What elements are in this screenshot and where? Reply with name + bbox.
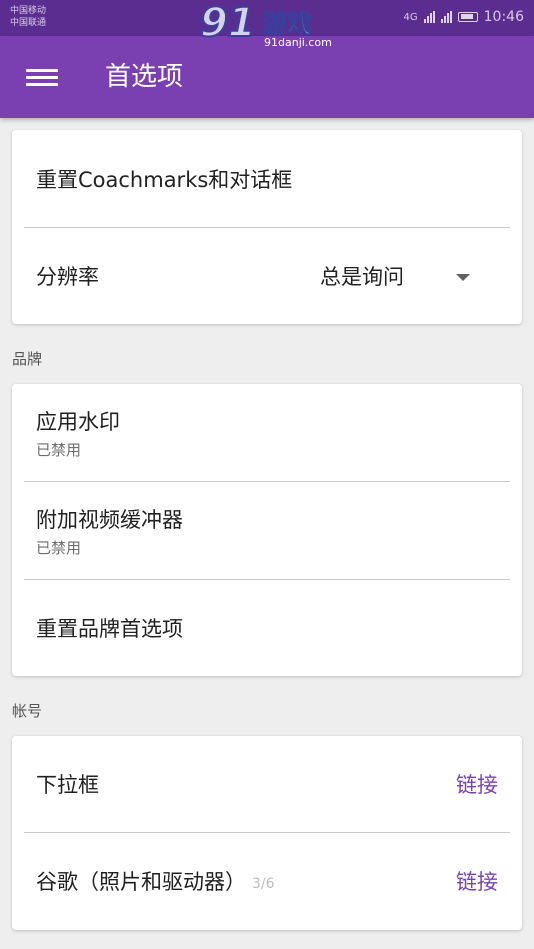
resolution-label: 分辨率 — [36, 265, 99, 289]
signal-icon-2 — [440, 11, 452, 23]
page-indicator: 3/6 — [252, 876, 275, 892]
network-type: 4G — [403, 11, 418, 23]
app-bar: 首选项 — [0, 36, 534, 118]
carrier-2: 中国联通 — [10, 18, 47, 28]
dropbox-link-button[interactable]: 链接 — [456, 769, 498, 799]
branding-card: 应用水印 已禁用 附加视频缓冲器 已禁用 重置品牌首选项 — [12, 384, 522, 676]
apply-watermark-row[interactable]: 应用水印 已禁用 — [12, 384, 522, 481]
general-card: 重置Coachmarks和对话框 分辨率 总是询问 — [12, 130, 522, 324]
section-label-account: 帐号 — [12, 702, 43, 720]
reset-branding-label: 重置品牌首选项 — [36, 617, 183, 641]
dropbox-row[interactable]: 下拉框 链接 — [12, 736, 522, 832]
dropbox-label: 下拉框 — [36, 773, 99, 797]
apply-watermark-label: 应用水印 — [36, 410, 120, 434]
signal-icon — [423, 11, 435, 23]
resolution-value[interactable]: 总是询问 — [320, 261, 404, 291]
video-buffer-status: 已禁用 — [36, 539, 82, 557]
resolution-row[interactable]: 分辨率 总是询问 — [12, 228, 522, 324]
status-icons: 4G 10:46 — [404, 9, 524, 25]
status-bar: 中国移动 中国联通 4G 10:46 — [0, 0, 534, 36]
menu-icon[interactable] — [26, 69, 58, 87]
video-buffer-label: 附加视频缓冲器 — [36, 508, 183, 532]
battery-icon — [457, 12, 478, 22]
status-time: 10:46 — [483, 9, 524, 25]
section-label-branding: 品牌 — [12, 350, 43, 368]
reset-branding-row[interactable]: 重置品牌首选项 — [12, 580, 522, 676]
google-link-button[interactable]: 链接 — [456, 866, 498, 896]
page-title: 首选项 — [105, 62, 184, 92]
dropdown-icon[interactable] — [456, 274, 470, 281]
carrier-info: 中国移动 中国联通 — [10, 5, 46, 29]
video-buffer-row[interactable]: 附加视频缓冲器 已禁用 — [12, 482, 522, 579]
carrier-1: 中国移动 — [10, 6, 47, 16]
google-label: 谷歌（照片和驱动器） — [36, 870, 246, 894]
apply-watermark-status: 已禁用 — [36, 441, 82, 459]
reset-coachmarks-row[interactable]: 重置Coachmarks和对话框 — [12, 130, 522, 227]
reset-coachmarks-label: 重置Coachmarks和对话框 — [36, 168, 293, 192]
account-card: 下拉框 链接 谷歌（照片和驱动器） 链接 — [12, 736, 522, 930]
